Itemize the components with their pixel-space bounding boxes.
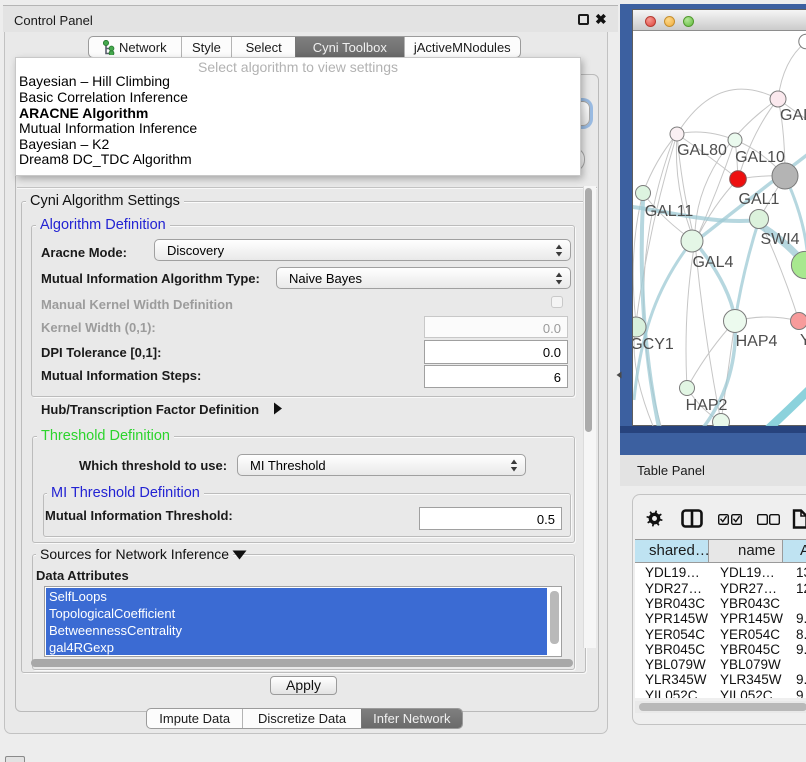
svg-text:HAP2: HAP2 bbox=[686, 397, 728, 414]
svg-text:HAP4: HAP4 bbox=[736, 333, 778, 350]
svg-text:GAL11: GAL11 bbox=[645, 203, 694, 220]
svg-text:Y: Y bbox=[800, 332, 806, 349]
svg-text:GAL10: GAL10 bbox=[735, 149, 785, 166]
svg-text:GAL1: GAL1 bbox=[739, 191, 780, 208]
svg-text:GAL4: GAL4 bbox=[693, 254, 734, 271]
svg-text:GAL7: GAL7 bbox=[780, 107, 806, 124]
svg-text:GAL80: GAL80 bbox=[677, 142, 727, 159]
svg-text:SWI4: SWI4 bbox=[760, 231, 799, 248]
svg-text:GCY1: GCY1 bbox=[633, 336, 674, 353]
